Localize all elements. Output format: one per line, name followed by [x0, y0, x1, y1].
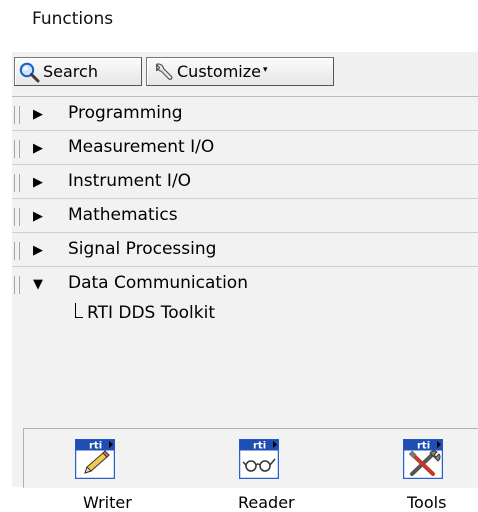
customize-button[interactable]: Customize ▾ [146, 57, 334, 86]
writer-vi-icon[interactable]: rti [75, 439, 115, 479]
category-label: Instrument I/O [68, 171, 192, 191]
category-row-programming[interactable]: ▶ Programming [12, 96, 478, 130]
collapse-arrow-icon[interactable]: ▼ [33, 278, 43, 291]
functions-palette: Search Customize ▾ ▶ Programming ▶ Measu… [12, 52, 478, 512]
category-row-signal-processing[interactable]: ▶ Signal Processing [12, 232, 478, 266]
drag-grip-icon[interactable] [14, 276, 20, 294]
subpalette-label: RTI DDS Toolkit [87, 303, 216, 323]
rti-badge: rti [253, 441, 266, 452]
expand-arrow-icon[interactable]: ▶ [33, 244, 43, 257]
customize-button-label: Customize [177, 62, 261, 81]
rti-badge: rti [417, 441, 430, 452]
drag-grip-icon[interactable] [14, 242, 20, 260]
category-label: Measurement I/O [68, 137, 215, 157]
drag-grip-icon[interactable] [14, 140, 20, 158]
dropdown-caret-icon: ▾ [262, 64, 268, 75]
category-row-data-communication[interactable]: ▼ Data Communication [12, 266, 478, 300]
palette-toolbar: Search Customize ▾ [12, 52, 478, 90]
palette-title: Functions [32, 9, 114, 29]
search-button-label: Search [43, 62, 98, 81]
wrench-icon [155, 62, 173, 80]
subpalette-rti-dds-toolkit[interactable]: RTI DDS Toolkit [12, 300, 478, 339]
reader-vi-icon[interactable]: rti [239, 439, 279, 479]
category-row-instrument-io[interactable]: ▶ Instrument I/O [12, 164, 478, 198]
category-label: Signal Processing [68, 239, 217, 259]
vi-icon-panel: rti rti rti Writer Reader Tools [23, 428, 478, 512]
rti-badge: rti [89, 441, 102, 452]
category-row-mathematics[interactable]: ▶ Mathematics [12, 198, 478, 232]
magnifier-icon [19, 62, 40, 82]
tree-elbow-icon [75, 303, 83, 318]
drag-grip-icon[interactable] [14, 106, 20, 124]
expand-arrow-icon[interactable]: ▶ [33, 142, 43, 155]
category-list: ▶ Programming ▶ Measurement I/O ▶ Instru… [12, 96, 478, 339]
tools-vi-icon[interactable]: rti [403, 439, 443, 479]
drag-grip-icon[interactable] [14, 208, 20, 226]
tools-label: Tools [407, 493, 447, 512]
expand-arrow-icon[interactable]: ▶ [33, 176, 43, 189]
reader-label: Reader [238, 493, 295, 512]
drag-grip-icon[interactable] [14, 174, 20, 192]
category-label: Mathematics [68, 205, 178, 225]
category-row-measurement-io[interactable]: ▶ Measurement I/O [12, 130, 478, 164]
category-label: Data Communication [68, 273, 248, 293]
expand-arrow-icon[interactable]: ▶ [33, 108, 43, 121]
expand-arrow-icon[interactable]: ▶ [33, 210, 43, 223]
search-button[interactable]: Search [14, 57, 142, 86]
writer-label: Writer [83, 493, 132, 512]
category-label: Programming [68, 103, 183, 123]
